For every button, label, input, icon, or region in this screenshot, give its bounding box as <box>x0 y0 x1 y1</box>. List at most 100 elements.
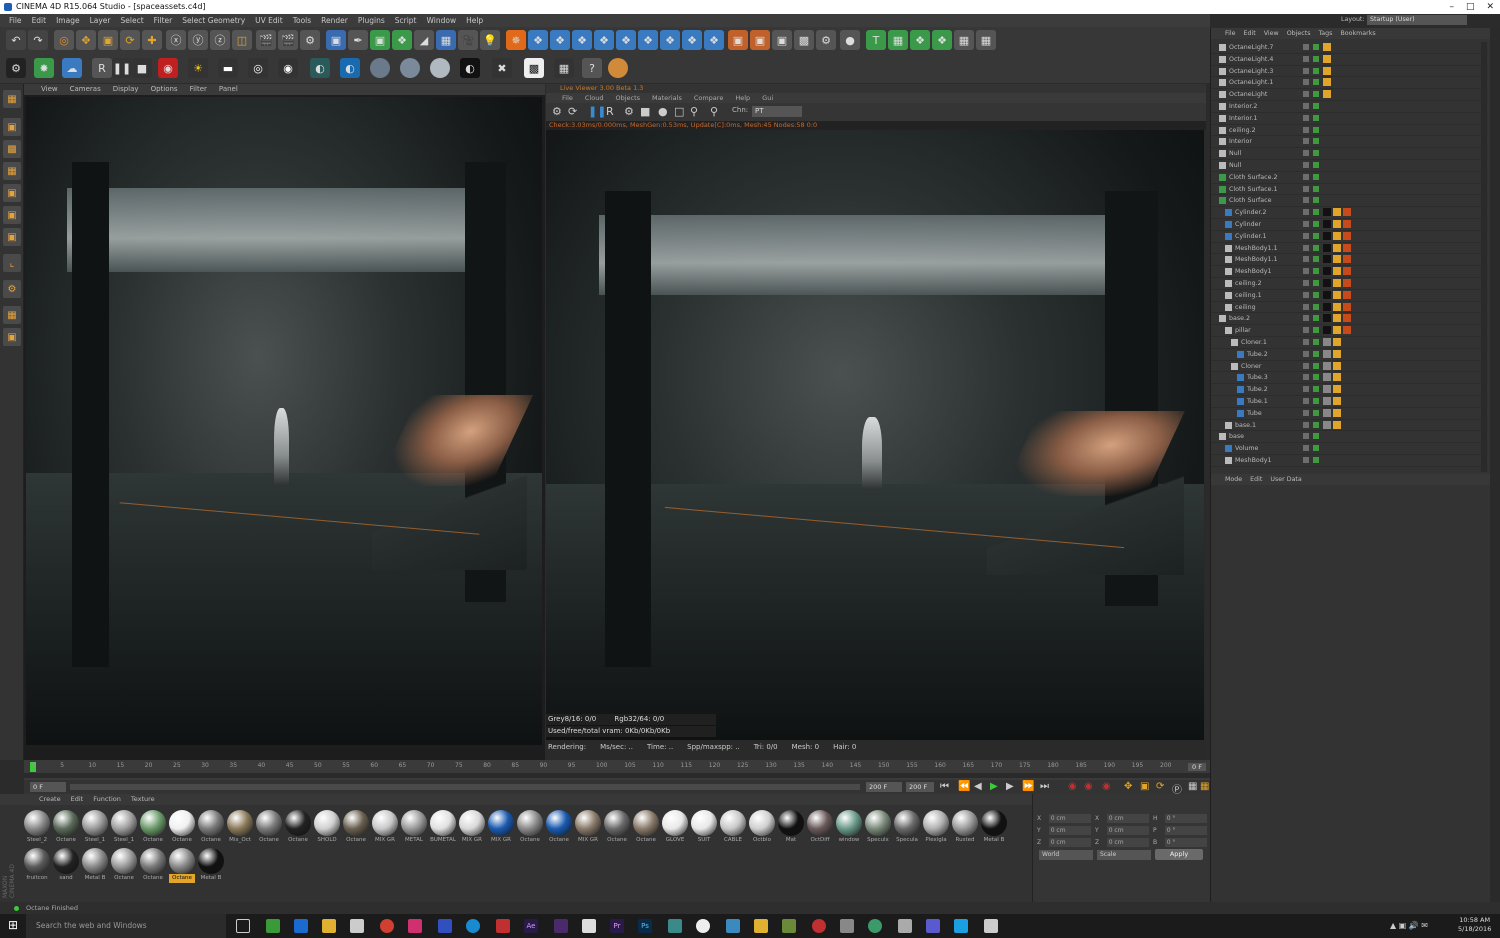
render-picture-viewer-icon[interactable]: 🎬 <box>278 30 298 50</box>
scale-icon[interactable]: ▣ <box>98 30 118 50</box>
material-swatch[interactable]: Octane <box>633 810 659 845</box>
object-row[interactable]: Tube.2 <box>1211 384 1481 396</box>
mat-menu-texture[interactable]: Texture <box>126 794 160 805</box>
material-swatch[interactable]: Octane <box>285 810 311 845</box>
object-layer-toggle[interactable] <box>1303 291 1309 298</box>
menu-layer[interactable]: Layer <box>85 14 116 27</box>
object-layer-toggle[interactable] <box>1303 55 1309 62</box>
taskbar-app-1-icon[interactable] <box>266 919 280 933</box>
object-tag-icon[interactable] <box>1343 279 1351 287</box>
object-tag-icon[interactable] <box>1343 326 1351 335</box>
object-visibility-toggle[interactable] <box>1313 67 1319 74</box>
object-row[interactable]: Null <box>1211 160 1481 172</box>
material-swatch[interactable]: Mat <box>778 810 804 845</box>
object-visibility-toggle[interactable] <box>1313 162 1319 168</box>
menu-plugins[interactable]: Plugins <box>353 14 390 27</box>
material-swatch[interactable]: Octane <box>169 810 195 845</box>
object-name[interactable]: OctaneLight.3 <box>1229 66 1273 77</box>
material-swatch[interactable]: CABLE <box>720 810 746 845</box>
lv-pick-material-icon[interactable]: ⚲ <box>710 105 718 118</box>
object-layer-toggle[interactable] <box>1303 315 1309 322</box>
menu-edit[interactable]: Edit <box>27 14 52 27</box>
material-swatch[interactable]: MIX GR <box>488 810 514 845</box>
next-key-icon[interactable]: ⏩ <box>1022 781 1034 792</box>
help-icon[interactable]: ? <box>582 58 602 78</box>
taskbar-app-16-icon[interactable] <box>926 919 940 933</box>
taskbar-app-10-icon[interactable] <box>754 919 768 933</box>
task-view-icon[interactable] <box>236 919 250 933</box>
object-name[interactable]: Cloth Surface.1 <box>1229 184 1277 195</box>
object-visibility-toggle[interactable] <box>1313 398 1319 404</box>
material-swatch[interactable]: Octane <box>140 810 166 845</box>
object-name[interactable]: Null <box>1229 148 1241 159</box>
stop-icon[interactable]: ■ <box>132 58 152 78</box>
key-scale-icon[interactable]: ▣ <box>1140 781 1149 792</box>
object-layer-toggle[interactable] <box>1303 197 1309 204</box>
ies-light-icon[interactable]: ◉ <box>278 58 298 78</box>
lv-menu-cloud[interactable]: Cloud <box>579 93 610 103</box>
store-icon[interactable] <box>350 919 364 933</box>
object-tag-icon[interactable] <box>1323 314 1331 323</box>
object-name[interactable]: Cloth Surface <box>1229 195 1271 206</box>
object-layer-toggle[interactable] <box>1303 114 1309 121</box>
material-swatch[interactable]: Metal B <box>198 848 224 883</box>
half-sphere-icon[interactable]: ◐ <box>310 58 330 78</box>
keyframe-selection-icon[interactable]: ◉ <box>1102 781 1111 792</box>
coordinate-system-icon[interactable]: ◫ <box>232 30 252 50</box>
coord-field[interactable]: 0 cm <box>1106 837 1149 847</box>
menu-select[interactable]: Select <box>116 14 149 27</box>
material-swatch[interactable]: MIX GR <box>575 810 601 845</box>
material-swatch[interactable]: Rusted <box>952 810 978 845</box>
object-layer-toggle[interactable] <box>1303 44 1309 50</box>
octane-texture-icon[interactable]: ❖ <box>572 30 592 50</box>
object-row[interactable]: Tube.2 <box>1211 349 1481 361</box>
attr-menu-mode[interactable]: Mode <box>1221 474 1246 485</box>
object-name[interactable]: Cylinder.2 <box>1235 207 1267 218</box>
object-tag-icon[interactable] <box>1323 43 1331 51</box>
object-tag-icon[interactable] <box>1323 361 1331 370</box>
object-layer-toggle[interactable] <box>1303 244 1309 251</box>
plugin-c-icon[interactable]: ▣ <box>772 30 792 50</box>
grid-icon[interactable]: ▦ <box>888 30 908 50</box>
checker-icon[interactable]: ▩ <box>794 30 814 50</box>
y-axis-icon[interactable]: ⓨ <box>188 30 208 50</box>
object-visibility-toggle[interactable] <box>1313 209 1319 216</box>
area-light-icon[interactable]: ▬ <box>218 58 238 78</box>
premiere-icon[interactable]: Pr <box>610 919 624 933</box>
material-swatch[interactable]: window <box>836 810 862 845</box>
light-icon[interactable]: 💡 <box>480 30 500 50</box>
object-name[interactable]: base <box>1229 431 1244 442</box>
material-swatch[interactable]: BUMETAL <box>430 810 456 845</box>
object-layer-toggle[interactable] <box>1303 209 1309 216</box>
coord-field[interactable]: 0 ° <box>1164 825 1207 835</box>
object-tag-icon[interactable] <box>1343 290 1351 299</box>
edges-mode-icon[interactable]: ▣ <box>3 206 21 224</box>
object-layer-toggle[interactable] <box>1303 457 1309 463</box>
coord-field[interactable]: 0 ° <box>1164 837 1207 847</box>
object-name[interactable]: Cylinder <box>1235 219 1261 230</box>
sphere-light-icon[interactable] <box>430 58 450 78</box>
go-to-start-icon[interactable]: ⏮ <box>940 781 949 792</box>
object-tag-icon[interactable] <box>1323 290 1331 299</box>
object-tag-icon[interactable] <box>1333 290 1341 299</box>
edge-icon[interactable] <box>294 919 308 933</box>
material-swatch[interactable]: Octane <box>169 848 195 883</box>
model-mode-icon[interactable]: ▣ <box>3 118 21 136</box>
lock-workplane-icon[interactable]: ▣ <box>3 328 21 346</box>
object-name[interactable]: ceiling.2 <box>1235 278 1262 289</box>
object-visibility-toggle[interactable] <box>1313 91 1319 98</box>
windows-start-icon[interactable]: ⊞ <box>8 918 18 932</box>
after-effects-icon[interactable]: Ae <box>524 919 538 933</box>
object-tag-icon[interactable] <box>1333 243 1341 252</box>
object-name[interactable]: OctaneLight.7 <box>1229 42 1273 53</box>
octane-sky-icon[interactable]: ❖ <box>638 30 658 50</box>
object-visibility-toggle[interactable] <box>1313 55 1319 62</box>
render-settings-icon[interactable]: ⚙ <box>300 30 320 50</box>
x-axis-icon[interactable]: ⓧ <box>166 30 186 50</box>
connect-icon[interactable]: ▦ <box>954 30 974 50</box>
octane-volume-icon[interactable]: ❖ <box>682 30 702 50</box>
material-swatch[interactable]: Octane <box>517 810 543 845</box>
material-swatch[interactable]: Octblo <box>749 810 775 845</box>
taskbar-app-2-icon[interactable] <box>408 919 422 933</box>
object-layer-toggle[interactable] <box>1303 185 1309 192</box>
